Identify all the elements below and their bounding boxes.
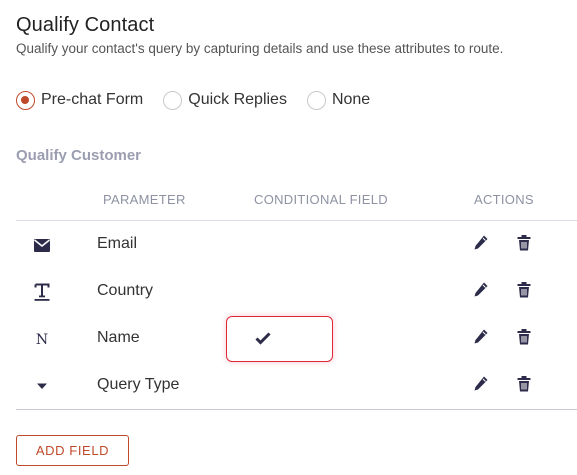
- radio-label: Pre-chat Form: [41, 91, 144, 108]
- parameter-label: Email: [97, 235, 138, 252]
- svg-text:N: N: [36, 332, 48, 347]
- radio-quick-replies[interactable]: Quick Replies: [163, 90, 287, 110]
- delete-trash-icon[interactable]: [516, 375, 532, 393]
- radio-pre-chat-form[interactable]: Pre-chat Form: [16, 90, 144, 110]
- radio-label: None: [331, 91, 371, 108]
- qualify-mode-radio-group: Pre-chat Form Quick Replies None: [16, 89, 390, 111]
- table-row: Query Type: [16, 362, 577, 409]
- radio-label: Quick Replies: [188, 91, 287, 108]
- n-letter-icon: N: [32, 329, 52, 349]
- parameter-label: Query Type: [97, 376, 180, 393]
- radio-indicator[interactable]: [163, 90, 183, 110]
- radio-indicator-checked[interactable]: [16, 90, 35, 110]
- add-field-button[interactable]: ADD FIELD: [16, 435, 129, 466]
- table-bottom-divider: [16, 409, 577, 410]
- text-type-icon: [32, 282, 52, 302]
- radio-none[interactable]: None: [306, 90, 371, 110]
- section-title: Qualify Customer: [16, 147, 142, 164]
- parameter-label: Name: [97, 329, 140, 346]
- page-description: Qualify your contact's query by capturin…: [16, 41, 504, 56]
- edit-pencil-icon[interactable]: [473, 281, 489, 299]
- envelope-icon: [32, 235, 52, 255]
- radio-indicator[interactable]: [306, 90, 326, 110]
- caret-down-icon: [32, 376, 52, 396]
- column-header-parameter: PARAMETER: [103, 192, 186, 207]
- column-header-actions: ACTIONS: [474, 192, 534, 207]
- column-header-conditional-field: CONDITIONAL FIELD: [254, 192, 388, 207]
- delete-trash-icon[interactable]: [516, 328, 532, 346]
- delete-trash-icon[interactable]: [516, 281, 532, 299]
- table-row: Country: [16, 268, 577, 315]
- parameter-label: Country: [97, 282, 154, 299]
- edit-pencil-icon[interactable]: [473, 375, 489, 393]
- table-row: Email: [16, 221, 577, 268]
- checkmark-icon[interactable]: [255, 331, 271, 345]
- conditional-field-highlight: [226, 316, 333, 362]
- edit-pencil-icon[interactable]: [473, 234, 489, 252]
- page-title: Qualify Contact: [16, 14, 155, 36]
- delete-trash-icon[interactable]: [516, 234, 532, 252]
- edit-pencil-icon[interactable]: [473, 328, 489, 346]
